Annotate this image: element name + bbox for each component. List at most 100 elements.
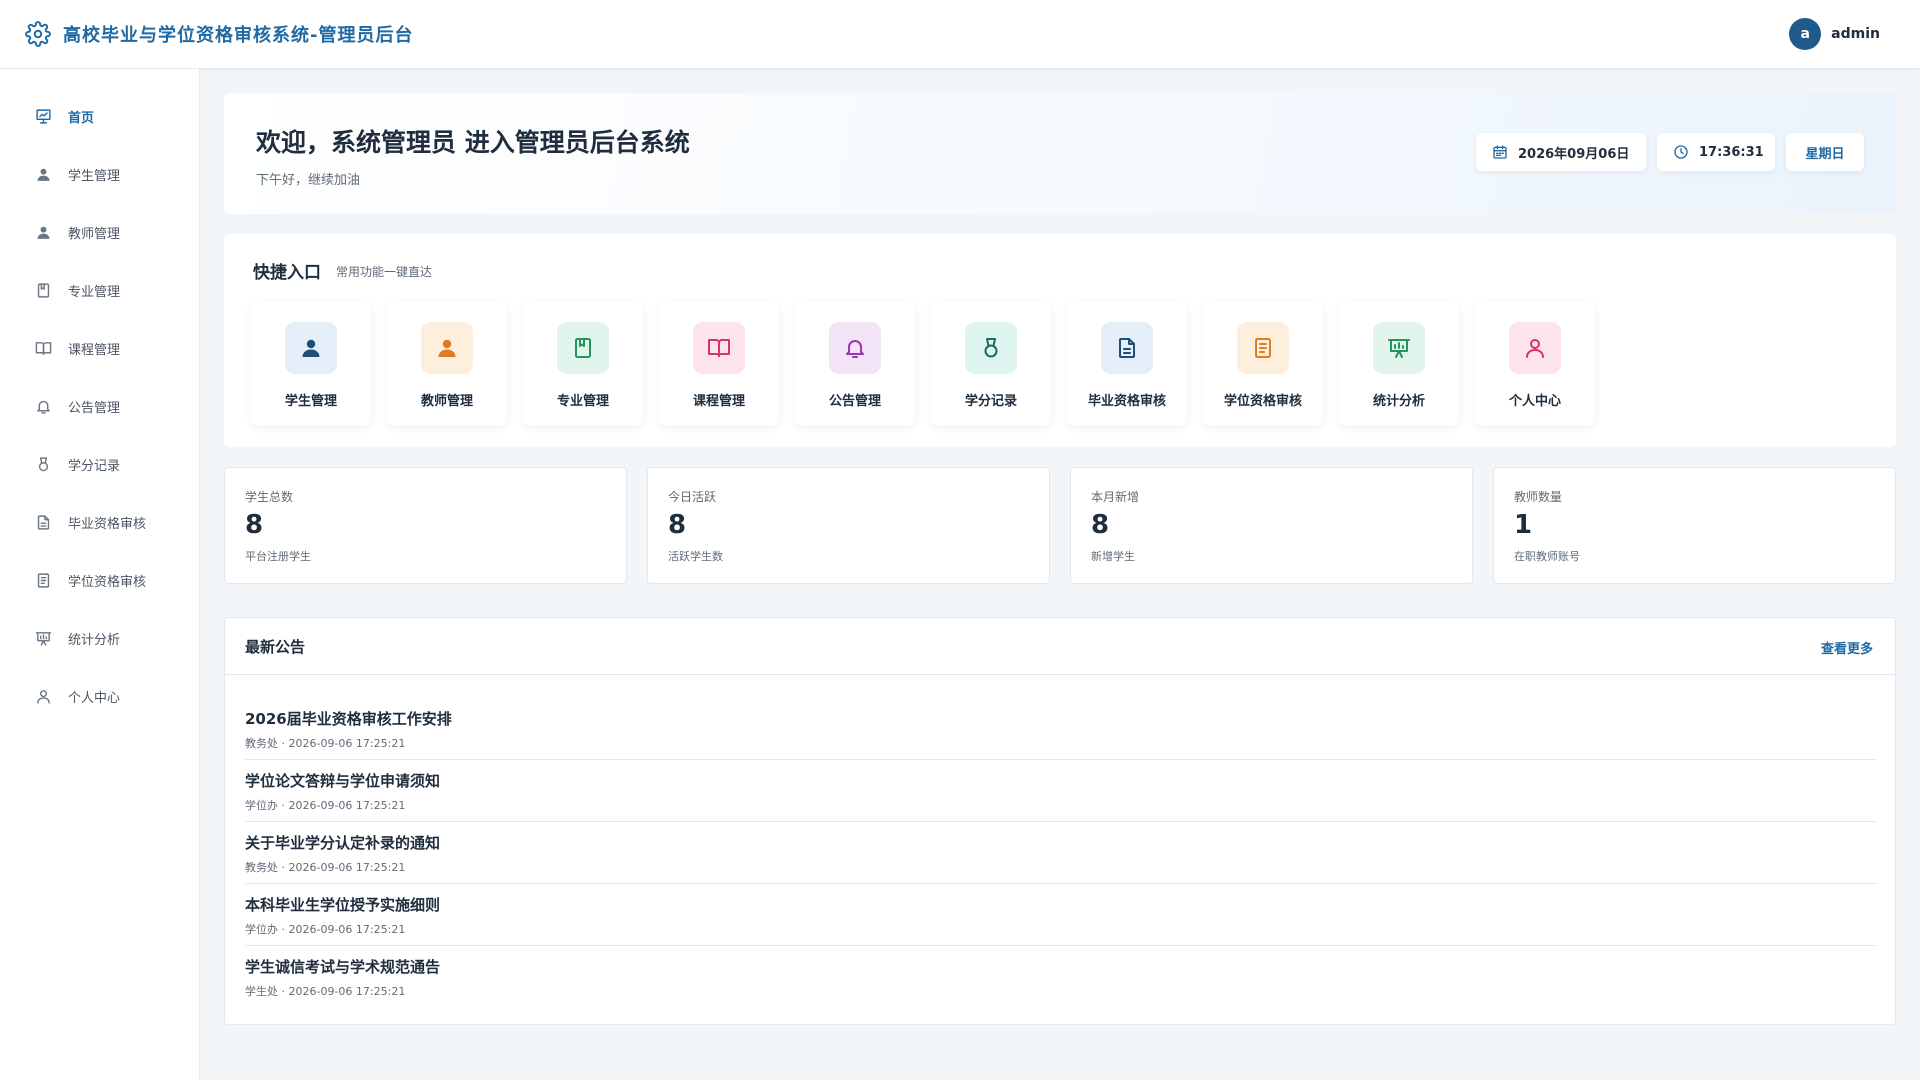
sidebar-item-home[interactable]: 首页 <box>0 87 199 145</box>
quick-card-teachers[interactable]: 教师管理 <box>387 302 507 426</box>
sidebar-item-label: 公告管理 <box>68 400 121 416</box>
gear-icon <box>25 21 51 47</box>
user-icon <box>34 223 52 241</box>
sidebar-item-label: 首页 <box>68 110 95 126</box>
current-date: 2026年09月06日 <box>1518 146 1630 162</box>
presentation-icon <box>34 107 52 125</box>
list-item[interactable]: 关于毕业学分认定补录的通知 教务处 · 2026-09-06 17:25:21 <box>245 822 1877 884</box>
sidebar-item-announcements[interactable]: 公告管理 <box>0 377 199 435</box>
sidebar-item-graduation-review[interactable]: 毕业资格审核 <box>0 493 199 551</box>
chart-board-icon <box>1373 322 1425 374</box>
quick-card-label: 学分记录 <box>964 394 1017 409</box>
quick-entry-subtitle: 常用功能一键直达 <box>336 265 433 279</box>
calendar-icon <box>1492 144 1508 160</box>
user-outline-icon <box>34 687 52 705</box>
sidebar-item-majors[interactable]: 专业管理 <box>0 261 199 319</box>
stat-label: 今日活跃 <box>668 490 717 504</box>
stat-note: 活跃学生数 <box>668 550 723 563</box>
stat-value: 1 <box>1514 510 1533 540</box>
notice-meta: 教务处 · 2026-09-06 17:25:21 <box>245 861 406 874</box>
notice-meta: 教务处 · 2026-09-06 17:25:21 <box>245 737 406 750</box>
sidebar-item-students[interactable]: 学生管理 <box>0 145 199 203</box>
user-icon <box>421 322 473 374</box>
list-item[interactable]: 本科毕业生学位授予实施细则 学位办 · 2026-09-06 17:25:21 <box>245 884 1877 946</box>
notice-title[interactable]: 学位论文答辩与学位申请须知 <box>245 770 1877 791</box>
user-icon <box>285 322 337 374</box>
notice-title[interactable]: 学生诚信考试与学术规范通告 <box>245 956 1877 977</box>
user-menu[interactable]: a admin <box>1789 18 1880 50</box>
book-icon <box>557 322 609 374</box>
quick-card-label: 公告管理 <box>828 394 881 409</box>
quick-card-label: 统计分析 <box>1372 394 1425 409</box>
stat-card-total-students: 学生总数 8 平台注册学生 <box>224 467 627 584</box>
sidebar-item-label: 课程管理 <box>68 342 121 358</box>
open-book-icon <box>34 339 52 357</box>
sidebar-item-label: 专业管理 <box>68 284 121 300</box>
sidebar-item-degree-review[interactable]: 学位资格审核 <box>0 551 199 609</box>
view-more-link[interactable]: 查看更多 <box>1821 638 1873 657</box>
sidebar-item-label: 毕业资格审核 <box>68 516 147 532</box>
sidebar-item-credits[interactable]: 学分记录 <box>0 435 199 493</box>
user-icon <box>34 165 52 183</box>
notice-title[interactable]: 2026届毕业资格审核工作安排 <box>245 708 1877 729</box>
notice-meta: 学位办 · 2026-09-06 17:25:21 <box>245 923 406 936</box>
book-icon <box>34 281 52 299</box>
list-item[interactable]: 学生诚信考试与学术规范通告 学生处 · 2026-09-06 17:25:21 <box>245 946 1877 1008</box>
quick-card-label: 学位资格审核 <box>1223 394 1302 409</box>
bell-icon <box>829 322 881 374</box>
quick-card-label: 课程管理 <box>692 394 745 409</box>
notice-list: 2026届毕业资格审核工作安排 教务处 · 2026-09-06 17:25:2… <box>245 698 1877 1008</box>
quick-card-majors[interactable]: 专业管理 <box>523 302 643 426</box>
quick-card-label: 教师管理 <box>420 394 473 409</box>
stat-card-new-this-month: 本月新增 8 新增学生 <box>1070 467 1473 584</box>
quick-card-graduation-review[interactable]: 毕业资格审核 <box>1067 302 1187 426</box>
date-chip: 2026年09月06日 <box>1476 133 1646 171</box>
sidebar-item-label: 学位资格审核 <box>68 574 147 590</box>
username[interactable]: admin <box>1831 26 1880 42</box>
notice-title[interactable]: 本科毕业生学位授予实施细则 <box>245 894 1877 915</box>
notices-header: 最新公告 查看更多 <box>225 618 1895 675</box>
notice-meta: 学位办 · 2026-09-06 17:25:21 <box>245 799 406 812</box>
quick-entry-title: 快捷入口 <box>253 263 321 283</box>
document-icon <box>1101 322 1153 374</box>
sidebar-item-courses[interactable]: 课程管理 <box>0 319 199 377</box>
bell-icon <box>34 397 52 415</box>
quick-card-announcements[interactable]: 公告管理 <box>795 302 915 426</box>
stat-value: 8 <box>668 510 687 540</box>
document-icon <box>34 513 52 531</box>
sidebar-item-teachers[interactable]: 教师管理 <box>0 203 199 261</box>
sidebar-item-profile[interactable]: 个人中心 <box>0 667 199 725</box>
clock-icon <box>1673 144 1689 160</box>
weekday-chip: 星期日 <box>1786 133 1864 171</box>
stat-value: 8 <box>1091 510 1110 540</box>
list-item[interactable]: 2026届毕业资格审核工作安排 教务处 · 2026-09-06 17:25:2… <box>245 698 1877 760</box>
sidebar-item-statistics[interactable]: 统计分析 <box>0 609 199 667</box>
quick-card-students[interactable]: 学生管理 <box>251 302 371 426</box>
quick-card-degree-review[interactable]: 学位资格审核 <box>1203 302 1323 426</box>
sidebar-item-label: 统计分析 <box>68 632 121 648</box>
quick-card-label: 个人中心 <box>1508 394 1561 409</box>
list-item[interactable]: 学位论文答辩与学位申请须知 学位办 · 2026-09-06 17:25:21 <box>245 760 1877 822</box>
medal-icon <box>965 322 1017 374</box>
time-chip: 17:36:31 <box>1657 133 1775 171</box>
welcome-banner: 欢迎，系统管理员 进入管理员后台系统 下午好，继续加油 2026年09月06日 … <box>224 93 1896 214</box>
stat-note: 在职教师账号 <box>1514 550 1580 563</box>
quick-entry-panel: 快捷入口 常用功能一键直达 学生管理 教师管理 专业管理 课程管理 公告管理 学… <box>224 234 1896 447</box>
stat-note: 新增学生 <box>1091 550 1135 563</box>
quick-card-courses[interactable]: 课程管理 <box>659 302 779 426</box>
list-document-icon <box>34 571 52 589</box>
quick-card-credits[interactable]: 学分记录 <box>931 302 1051 426</box>
sidebar-item-label: 学分记录 <box>68 458 121 474</box>
avatar[interactable]: a <box>1789 18 1822 50</box>
stat-note: 平台注册学生 <box>245 550 311 563</box>
stat-label: 教师数量 <box>1514 490 1563 504</box>
stat-value: 8 <box>245 510 264 540</box>
quick-card-label: 毕业资格审核 <box>1087 394 1166 409</box>
quick-card-profile[interactable]: 个人中心 <box>1475 302 1595 426</box>
current-weekday: 星期日 <box>1805 146 1845 162</box>
notice-title[interactable]: 关于毕业学分认定补录的通知 <box>245 832 1877 853</box>
quick-card-statistics[interactable]: 统计分析 <box>1339 302 1459 426</box>
sidebar: 首页 学生管理 教师管理 专业管理 课程管理 公告管理 学分记录 毕业资格审核 … <box>0 69 200 1080</box>
app-title: 高校毕业与学位资格审核系统-管理员后台 <box>63 25 414 46</box>
sidebar-item-label: 个人中心 <box>68 690 121 706</box>
